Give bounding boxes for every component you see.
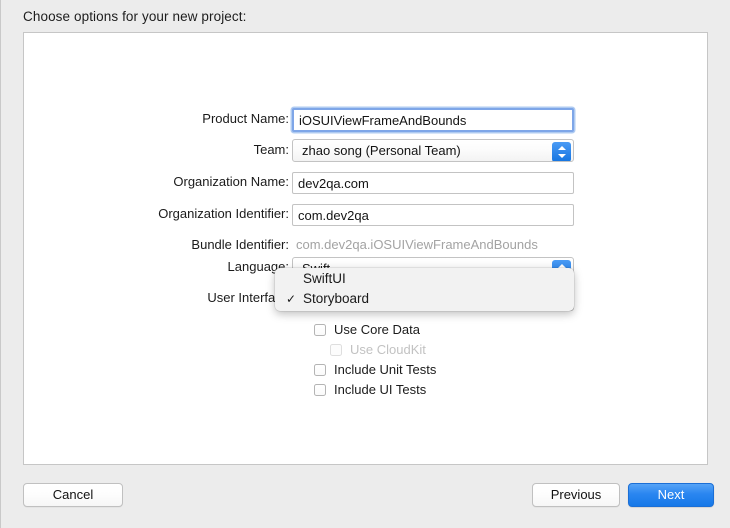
menu-item-swiftui[interactable]: SwiftUI <box>275 269 574 289</box>
checkbox-label: Use Core Data <box>334 322 420 337</box>
menu-item-label: Storyboard <box>303 291 370 306</box>
team-select-value: zhao song (Personal Team) <box>302 143 461 158</box>
page-title: Choose options for your new project: <box>23 9 247 24</box>
menu-item-label: SwiftUI <box>303 271 346 286</box>
checkbox-label: Include UI Tests <box>334 382 427 397</box>
checkbox-label: Include Unit Tests <box>334 362 437 377</box>
next-button[interactable]: Next <box>628 483 714 507</box>
previous-button[interactable]: Previous <box>532 483 620 507</box>
bundle-identifier-value: com.dev2qa.iOSUIViewFrameAndBounds <box>296 237 538 252</box>
label-bundle-identifier: Bundle Identifier: <box>191 237 289 252</box>
language-dropdown-menu[interactable]: SwiftUI ✓ Storyboard <box>275 268 574 311</box>
checkbox-box-icon[interactable] <box>314 364 326 376</box>
options-panel: Product Name: Team: zhao song (Personal … <box>23 32 708 465</box>
checkbox-box-icon[interactable] <box>314 384 326 396</box>
checkbox-box-icon[interactable] <box>314 324 326 336</box>
product-name-input[interactable] <box>292 108 574 132</box>
menu-item-storyboard[interactable]: ✓ Storyboard <box>275 289 574 309</box>
cancel-button[interactable]: Cancel <box>23 483 123 507</box>
new-project-options-window: Choose options for your new project: Pro… <box>0 0 730 528</box>
organization-identifier-input[interactable] <box>292 204 574 226</box>
team-stepper-icon[interactable] <box>552 141 571 161</box>
checkmark-icon: ✓ <box>286 292 297 306</box>
team-select[interactable]: zhao song (Personal Team) <box>292 139 574 162</box>
label-organization-name: Organization Name: <box>173 174 289 189</box>
checkbox-label: Use CloudKit <box>350 342 426 357</box>
label-user-interface: User Interface <box>207 290 289 305</box>
organization-name-input[interactable] <box>292 172 574 194</box>
label-organization-identifier: Organization Identifier: <box>158 206 289 221</box>
label-team: Team: <box>253 142 289 157</box>
checkbox-box-icon <box>330 344 342 356</box>
label-language: Language: <box>227 259 289 274</box>
label-product-name: Product Name: <box>202 111 289 126</box>
